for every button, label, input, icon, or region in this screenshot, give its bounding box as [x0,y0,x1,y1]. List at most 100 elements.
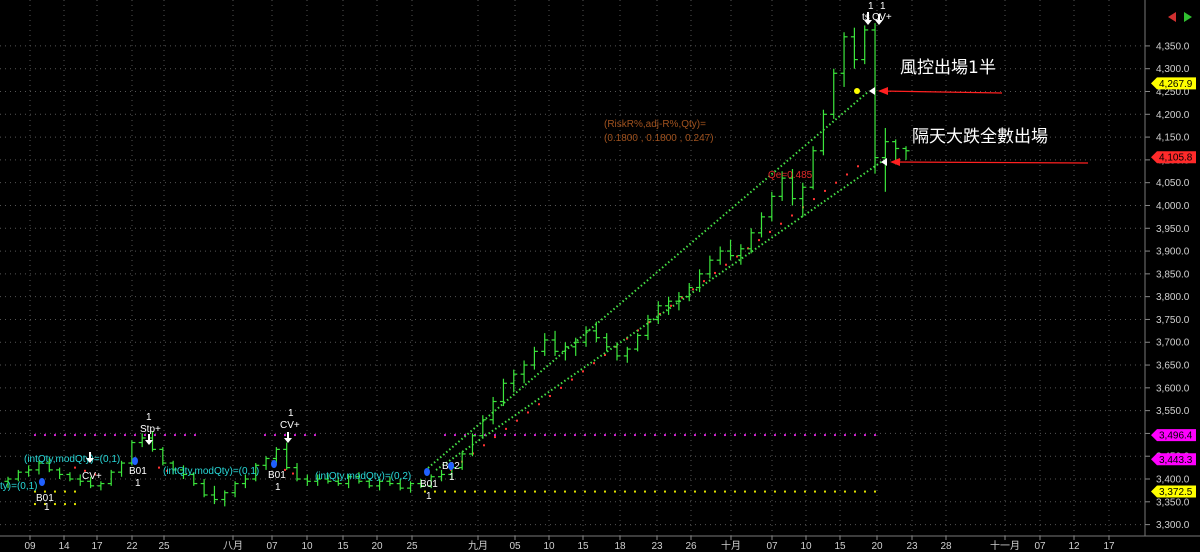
x-tick-label: 25 [158,541,170,552]
stop-dot-magenta [814,434,816,437]
stop-dot-yellow [664,490,666,493]
stop-dot-red [714,271,716,274]
stop-dot-magenta [734,434,736,437]
stop-dot-yellow [584,490,586,493]
one-label-7: 1 [449,472,455,483]
stop-dot-magenta [774,434,776,437]
stop-dot-yellow [764,490,766,493]
stop-dot-magenta [794,434,796,437]
chart-svg: 3,300.03,350.03,400.03,450.03,500.03,550… [0,0,1200,552]
qty-label-c: (intQty,modQty)=(0,2) [315,471,411,482]
stop-dot-yellow [844,490,846,493]
stop-dot-red [725,263,727,266]
x-tick-label: 八月 [223,540,243,552]
stop-dot-red [824,189,826,192]
stop-dot-yellow [824,490,826,493]
stop-dot-magenta [284,434,286,437]
y-tick-label: 3,850.0 [1156,269,1190,280]
stop-dot-magenta [74,434,76,437]
qty-label-left: ty)=(0,1) [0,481,38,492]
stop-dot-yellow [684,490,686,493]
price-tag-label: 4,105.8 [1159,153,1193,164]
x-tick-label: 十一月 [990,539,1020,552]
y-tick-label: 3,550.0 [1156,406,1190,417]
b01-label-c: B01 [268,470,286,481]
stop-dot-red [593,362,595,365]
stop-dot-red [292,472,294,475]
stop-dot-magenta [124,434,126,437]
stop-dot-yellow [774,490,776,493]
stop-dot-yellow [64,503,66,506]
stop-dot-red [74,466,76,469]
buy-marker [39,478,45,486]
stop-dot-yellow [864,490,866,493]
exit-marker [854,88,860,94]
stop-dot-yellow [734,490,736,493]
y-tick-label: 3,400.0 [1156,475,1190,486]
stop-dot-magenta [614,434,616,437]
stop-dot-yellow [524,490,526,493]
stop-dot-magenta [784,434,786,437]
y-tick-label: 3,650.0 [1156,361,1190,372]
risk-label-2: (0.1800 , 0.1800 , 0.247) [604,133,714,144]
stop-dot-magenta [744,434,746,437]
price-tag-label: 3,496.4 [1159,431,1193,442]
y-tick-label: 3,700.0 [1156,338,1190,349]
y-tick-label: 4,350.0 [1156,41,1190,52]
stop-dot-magenta [54,434,56,437]
stop-dot-yellow [474,490,476,493]
one-label-9: 1 [880,1,886,12]
x-tick-label: 07 [1034,541,1046,552]
stop-dot-magenta [94,434,96,437]
stop-dot-yellow [594,490,596,493]
y-tick-label: 3,900.0 [1156,247,1190,258]
x-tick-label: 23 [651,541,663,552]
x-tick-label: 10 [800,541,812,552]
y-tick-label: 4,300.0 [1156,64,1190,75]
stop-dot-yellow [514,490,516,493]
stop-dot-yellow [454,490,456,493]
stop-dot-yellow [64,490,66,493]
stop-dot-red [158,466,160,469]
stop-dot-red [813,198,815,201]
stop-dot-yellow [74,490,76,493]
y-tick-label: 4,150.0 [1156,133,1190,144]
cv-label-c: CV+ [872,12,892,23]
x-tick-label: 28 [940,541,952,552]
stop-dot-magenta [134,434,136,437]
stop-dot-magenta [634,434,636,437]
stop-dot-yellow [724,490,726,493]
x-tick-label: 09 [24,541,36,552]
stop-dot-magenta [874,434,876,437]
stop-dot-yellow [704,490,706,493]
stop-dot-red [494,436,496,439]
stop-dot-yellow [694,490,696,493]
price-chart: 3,300.03,350.03,400.03,450.03,500.03,550… [0,0,1200,552]
x-tick-label: 十月 [721,539,741,552]
stop-dot-yellow [674,490,676,493]
stop-dot-yellow [544,490,546,493]
stop-dot-magenta [554,434,556,437]
cv-label-a: CV+ [82,471,102,482]
stop-dot-red [516,419,518,422]
buy-marker [424,468,430,476]
stop-dot-yellow [554,490,556,493]
stop-dot-yellow [494,490,496,493]
price-tag-label: 3,372.5 [1159,487,1193,498]
stop-dot-yellow [744,490,746,493]
stop-dot-yellow [464,490,466,493]
stop-dot-yellow [874,490,876,493]
stop-dot-magenta [524,434,526,437]
one-label-5: 1 [275,482,281,493]
stop-dot-yellow [444,490,446,493]
stop-dot-magenta [694,434,696,437]
cv-label-b: CV+ [280,420,300,431]
stop-dot-yellow [534,490,536,493]
stop-dot-yellow [74,503,76,506]
annotation-risk-exit: 風控出場1半 [900,58,996,78]
y-tick-label: 3,750.0 [1156,315,1190,326]
stop-dot-magenta [514,434,516,437]
one-label-6: 1 [426,491,432,502]
stop-dot-yellow [504,490,506,493]
stop-dot-magenta [174,434,176,437]
